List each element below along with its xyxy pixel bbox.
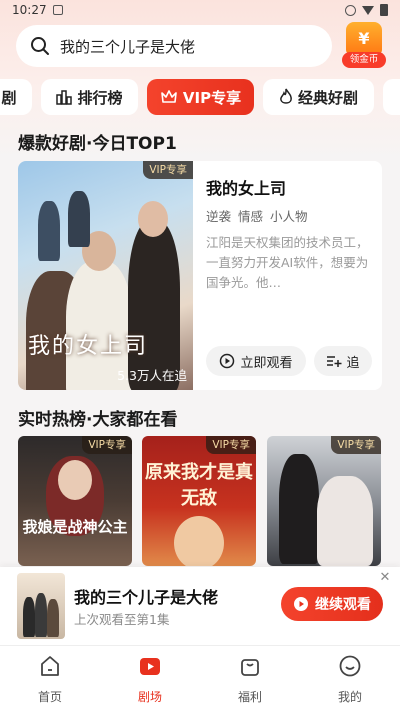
wifi-icon [362, 5, 374, 15]
continue-progress: 上次观看至第1集 [74, 612, 170, 627]
poster-figure [279, 454, 319, 564]
bar-chart-icon [56, 89, 73, 105]
play-tv-icon [140, 658, 160, 675]
drama-tags: 逆袭 情感 小人物 [206, 209, 308, 224]
poster-figure [58, 460, 92, 500]
hero-drama-card[interactable]: 我的女上司 VIP专享 5.3万人在追 我的女上司 逆袭 情感 小人物 江阳是天… [18, 161, 382, 390]
home-icon [41, 656, 59, 676]
tab-label: VIP专享 [182, 88, 242, 107]
alarm-icon [345, 4, 356, 16]
nav-home[interactable]: 首页 [20, 654, 80, 705]
tab-partial[interactable]: 剧 [0, 79, 32, 115]
tab-label: 排行榜 [77, 88, 123, 107]
play-circle-icon [294, 597, 308, 611]
nav-theater[interactable]: 剧场 [120, 654, 180, 705]
nav-label: 福利 [237, 690, 262, 704]
tab-label: 经典好剧 [297, 88, 358, 107]
battery-icon [380, 4, 388, 16]
hot-drama-card[interactable]: VIP专享 [267, 436, 381, 566]
poster-figure [23, 597, 35, 637]
hot-drama-card[interactable]: 我娘是战神公主 VIP专享 [18, 436, 132, 566]
search-icon [31, 37, 49, 55]
drama-description: 江阳是天权集团的技术员工，一直努力开发AI软件，想要为国争光。他… [206, 235, 369, 290]
nav-label: 我的 [337, 690, 362, 704]
watch-now-button[interactable]: 立即观看 [206, 346, 306, 376]
coin-icon: ¥ [346, 22, 382, 54]
tab-label: 剧 [1, 88, 17, 107]
poster-figure [47, 599, 59, 637]
tab-vip[interactable]: VIP专享 [147, 79, 254, 115]
coin-symbol: ¥ [358, 28, 370, 48]
watch-count: 5.3万人在追 [117, 368, 187, 383]
poster-title-art: 原来我才是真无敌 [145, 462, 253, 509]
get-coins-button[interactable]: ¥ 领金币 [342, 22, 386, 68]
play-circle-icon [220, 353, 235, 369]
poster-figure [35, 593, 47, 637]
follow-label: 追 [346, 355, 360, 371]
tab-ranking[interactable]: 排行榜 [41, 79, 138, 115]
drama-title[interactable]: 我的女上司 [206, 175, 286, 199]
poster-figure [38, 201, 60, 261]
tab-partial-right[interactable] [383, 79, 400, 115]
continue-watching-button[interactable]: 继续观看 [281, 587, 383, 621]
continue-watching-bar[interactable]: 我的三个儿子是大佬 上次观看至第1集 继续观看 ✕ [0, 567, 400, 645]
poster-figure [317, 476, 373, 566]
vip-badge: VIP专享 [206, 436, 256, 454]
crown-icon [160, 89, 178, 105]
nav-label: 首页 [37, 690, 62, 704]
status-bar: 10:27 [0, 0, 400, 20]
poster-title-art: 我的女上司 [28, 334, 149, 359]
follow-button[interactable]: 追 [314, 346, 372, 376]
flame-icon [279, 88, 293, 106]
vip-badge: VIP专享 [143, 161, 193, 179]
close-icon[interactable]: ✕ [378, 571, 392, 585]
bottom-nav: 首页 剧场 福利 我的 [0, 645, 400, 711]
poster-figure [68, 191, 90, 247]
status-time: 10:27 [12, 3, 47, 17]
hot-drama-card[interactable]: 原来我才是真无敌 VIP专享 [142, 436, 256, 566]
continue-thumbnail [17, 573, 65, 639]
vip-badge: VIP专享 [331, 436, 381, 454]
add-list-icon [327, 356, 342, 367]
nav-profile[interactable]: 我的 [320, 654, 380, 705]
category-tabs: 剧 排行榜 VIP专享 经典好剧 [0, 79, 400, 117]
vip-badge: VIP专享 [82, 436, 132, 454]
nav-label: 剧场 [137, 690, 162, 704]
continue-title: 我的三个儿子是大佬 [74, 588, 219, 607]
bag-icon [241, 659, 259, 676]
hero-poster[interactable]: 我的女上司 VIP专享 5.3万人在追 [18, 161, 193, 390]
nav-rewards[interactable]: 福利 [220, 654, 280, 705]
watch-now-label: 立即观看 [240, 355, 293, 371]
poster-title-art: 我娘是战神公主 [22, 518, 128, 536]
coin-label: 领金币 [342, 52, 386, 68]
notification-icon [52, 5, 63, 15]
section-title-top1: 爆款好剧·今日TOP1 [18, 134, 177, 154]
hot-list: 我娘是战神公主 VIP专享 原来我才是真无敌 VIP专享 VIP专享 [18, 436, 384, 566]
search-input[interactable]: 我的三个儿子是大佬 [16, 25, 332, 67]
search-query: 我的三个儿子是大佬 [60, 37, 196, 56]
hero-info: 我的女上司 逆袭 情感 小人物 江阳是天权集团的技术员工，一直努力开发AI软件，… [206, 161, 376, 390]
tab-classic[interactable]: 经典好剧 [263, 79, 374, 115]
poster-figure [138, 201, 168, 237]
continue-button-label: 继续观看 [315, 597, 371, 613]
smile-icon [339, 655, 361, 677]
poster-figure [174, 516, 224, 566]
section-title-hot: 实时热榜·大家都在看 [18, 410, 178, 430]
